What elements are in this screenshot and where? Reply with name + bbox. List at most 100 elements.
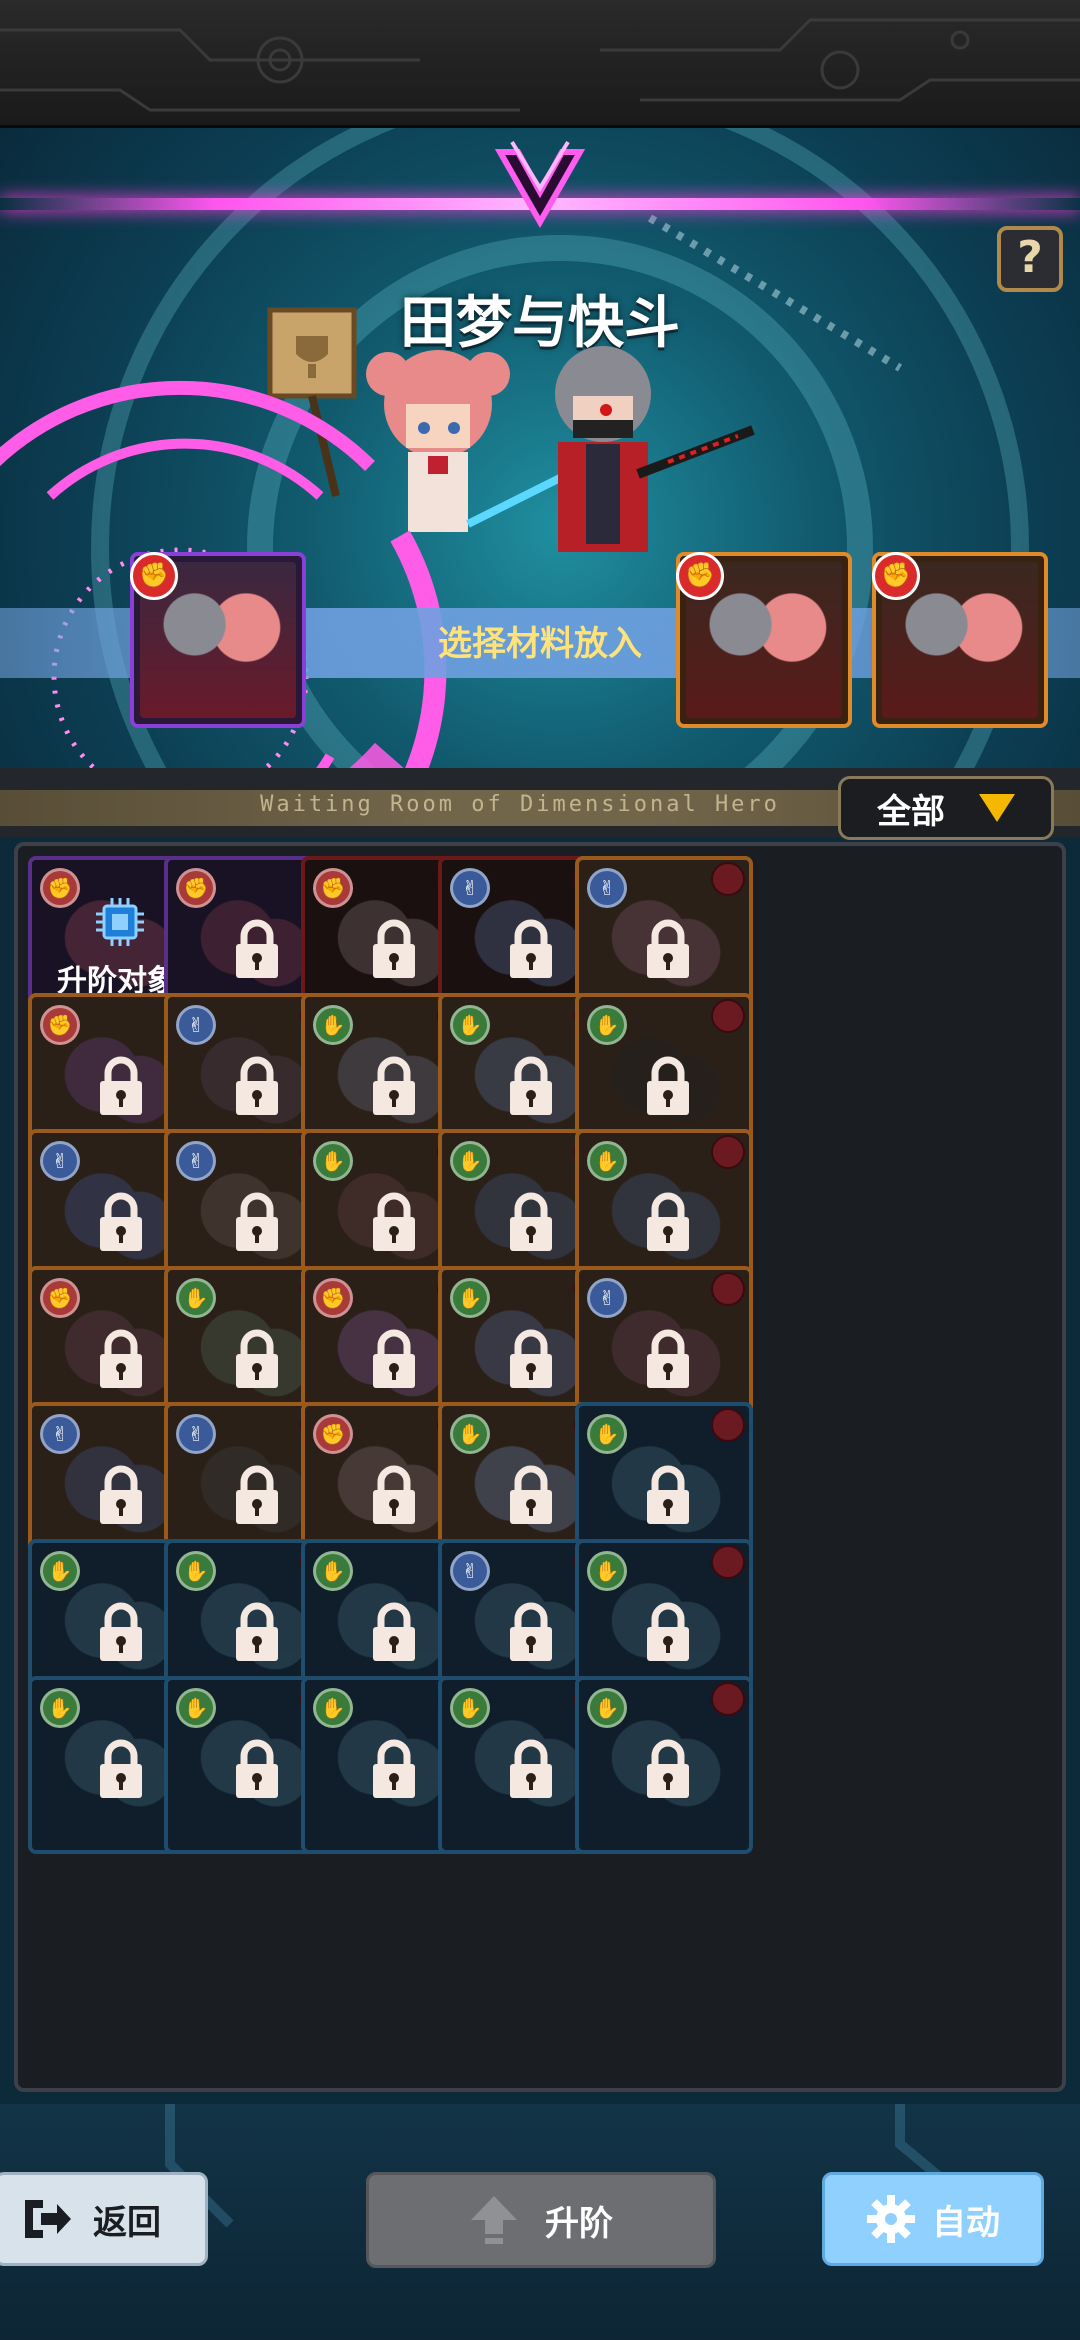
- lock-icon: [369, 1738, 419, 1800]
- lock-icon: [643, 1191, 693, 1253]
- red-dot-icon: [711, 1545, 745, 1579]
- red-dot-icon: [711, 999, 745, 1033]
- paper-type-icon: ✋: [450, 1414, 490, 1454]
- paper-type-icon: ✋: [313, 1688, 353, 1728]
- scissors-type-icon: ✌: [176, 1005, 216, 1045]
- lock-icon: [369, 1328, 419, 1390]
- lock-icon: [643, 1055, 693, 1117]
- hero-card[interactable]: ✋: [575, 1676, 753, 1854]
- lock-icon: [96, 1055, 146, 1117]
- paper-type-icon: ✋: [313, 1551, 353, 1591]
- lock-icon: [643, 1601, 693, 1663]
- scissors-type-icon: ✌: [450, 1551, 490, 1591]
- scissors-type-icon: ✌: [40, 1141, 80, 1181]
- auto-label: 自动: [932, 2202, 1000, 2243]
- lock-icon: [232, 1738, 282, 1800]
- paper-type-icon: ✋: [450, 1278, 490, 1318]
- paper-type-icon: ✋: [313, 1141, 353, 1181]
- lock-icon: [643, 1738, 693, 1800]
- scissors-type-icon: ✌: [176, 1414, 216, 1454]
- scissors-type-icon: ✌: [176, 1141, 216, 1181]
- paper-type-icon: ✋: [313, 1005, 353, 1045]
- lock-icon: [506, 1601, 556, 1663]
- lock-icon: [506, 918, 556, 980]
- fist-type-icon: ✊: [176, 868, 216, 908]
- scissors-type-icon: ✌: [40, 1414, 80, 1454]
- chip-icon: [94, 896, 146, 948]
- scissors-type-icon: ✌: [450, 868, 490, 908]
- lock-icon: [96, 1464, 146, 1526]
- lock-icon: [506, 1328, 556, 1390]
- hero-grid: ✊ 升阶对象 ✊ ✊ ✌ ✌ ✊ ✌ ✋ ✋ ✋ ✌ ✌ ✋ ✋ ✋ ✊ ✋ ✊ ✋ ✌ ✌ ✌ ✊ ✋ ✋ ✋ ✋ ✋ ✌ ✋ ✋ ✋ ✋ ✋ ✋: [14, 842, 1066, 2092]
- paper-type-icon: ✋: [450, 1688, 490, 1728]
- lock-icon: [643, 1328, 693, 1390]
- lock-icon: [96, 1191, 146, 1253]
- lock-icon: [506, 1055, 556, 1117]
- scissors-type-icon: ✌: [587, 1278, 627, 1318]
- paper-type-icon: ✋: [176, 1278, 216, 1318]
- lock-icon: [96, 1328, 146, 1390]
- waiting-room-label: Waiting Room of Dimensional Hero: [260, 792, 780, 817]
- circuit-pattern: [0, 18, 1080, 112]
- fist-type-icon: ✊: [40, 1005, 80, 1045]
- red-dot-icon: [711, 1272, 745, 1306]
- lock-icon: [369, 1055, 419, 1117]
- back-button[interactable]: 返回: [0, 2172, 208, 2266]
- paper-type-icon: ✋: [176, 1551, 216, 1591]
- upgrade-label: 升阶: [545, 2203, 613, 2244]
- fist-type-icon: ✊: [313, 868, 353, 908]
- fist-type-icon: ✊: [313, 1414, 353, 1454]
- lock-icon: [369, 1601, 419, 1663]
- back-label: 返回: [93, 2202, 161, 2243]
- lock-icon: [232, 1601, 282, 1663]
- rank-v-emblem: [494, 140, 586, 229]
- lock-icon: [643, 1464, 693, 1526]
- paper-type-icon: ✋: [450, 1141, 490, 1181]
- lock-icon: [506, 1191, 556, 1253]
- exit-icon: [25, 2200, 71, 2238]
- fist-type-icon: ✊: [130, 552, 178, 600]
- red-dot-icon: [711, 1135, 745, 1169]
- lock-icon: [232, 1055, 282, 1117]
- scissors-type-icon: ✌: [587, 868, 627, 908]
- paper-type-icon: ✋: [40, 1551, 80, 1591]
- select-material-prompt: 选择材料放入: [438, 624, 642, 664]
- lock-icon: [369, 1464, 419, 1526]
- paper-type-icon: ✋: [176, 1688, 216, 1728]
- fist-type-icon: ✊: [40, 868, 80, 908]
- red-dot-icon: [711, 1682, 745, 1716]
- help-button[interactable]: ?: [997, 226, 1063, 292]
- lock-icon: [369, 918, 419, 980]
- upgrade-target-slot[interactable]: ✊: [130, 552, 306, 728]
- paper-type-icon: ✋: [587, 1688, 627, 1728]
- chevron-down-icon: [979, 794, 1015, 822]
- paper-type-icon: ✋: [587, 1141, 627, 1181]
- gear-icon: [867, 2195, 915, 2243]
- red-dot-icon: [711, 1408, 745, 1442]
- lock-icon: [96, 1601, 146, 1663]
- paper-type-icon: ✋: [587, 1551, 627, 1591]
- lock-icon: [506, 1464, 556, 1526]
- fist-type-icon: ✊: [313, 1278, 353, 1318]
- fist-type-icon: ✊: [872, 552, 920, 600]
- lock-icon: [232, 918, 282, 980]
- auto-button[interactable]: 自动: [822, 2172, 1044, 2266]
- paper-type-icon: ✋: [450, 1005, 490, 1045]
- paper-type-icon: ✋: [587, 1005, 627, 1045]
- lock-icon: [643, 918, 693, 980]
- fist-type-icon: ✊: [676, 552, 724, 600]
- lock-icon: [96, 1738, 146, 1800]
- fist-type-icon: ✊: [40, 1278, 80, 1318]
- material-slot-2[interactable]: ✊: [872, 552, 1048, 728]
- lock-icon: [232, 1464, 282, 1526]
- paper-type-icon: ✋: [587, 1414, 627, 1454]
- filter-label: 全部: [877, 791, 945, 832]
- upgrade-button[interactable]: 升阶: [366, 2172, 716, 2268]
- arrow-up-icon: [471, 2196, 517, 2244]
- top-circuit-decoration: [0, 0, 1080, 128]
- lock-icon: [506, 1738, 556, 1800]
- lock-icon: [232, 1328, 282, 1390]
- lock-icon: [232, 1191, 282, 1253]
- filter-dropdown[interactable]: 全部: [838, 776, 1054, 840]
- material-slot-1[interactable]: ✊: [676, 552, 852, 728]
